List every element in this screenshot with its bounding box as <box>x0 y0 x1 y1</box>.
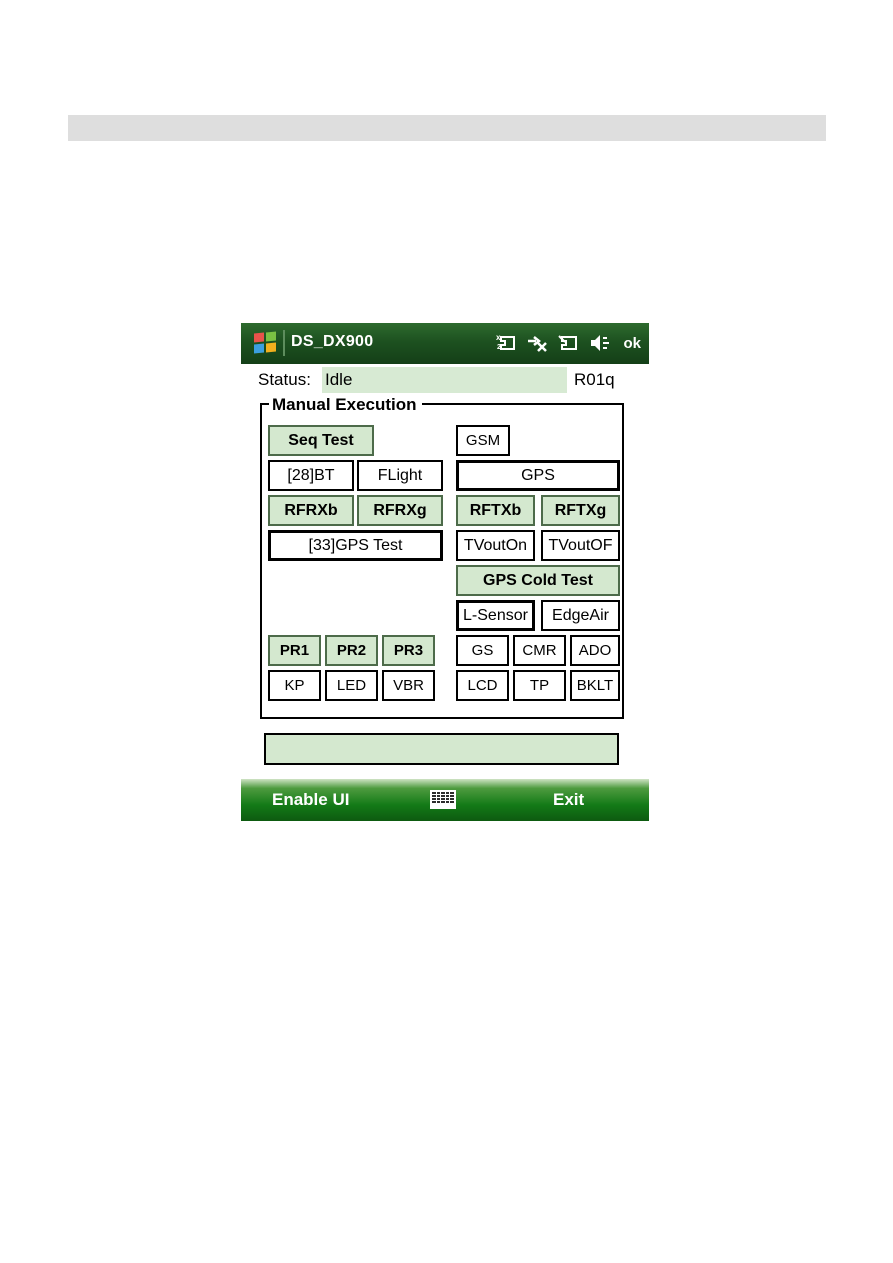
output-text-box[interactable] <box>264 733 619 765</box>
button-led[interactable]: LED <box>325 670 378 701</box>
status-value-field[interactable]: Idle <box>322 367 567 393</box>
document-header-band <box>68 115 826 141</box>
button-rfrxb[interactable]: RFRXb <box>268 495 354 526</box>
button-rfrxg[interactable]: RFRXg <box>357 495 443 526</box>
version-label: R01q <box>574 370 615 389</box>
title-separator <box>283 330 285 356</box>
volume-icon[interactable] <box>588 332 612 354</box>
svg-text:x: x <box>496 333 501 342</box>
button-seq-test[interactable]: Seq Test <box>268 425 374 456</box>
button-rftxb[interactable]: RFTXb <box>456 495 535 526</box>
button-bt[interactable]: [28]BT <box>268 460 354 491</box>
windows-logo-icon <box>253 331 277 354</box>
manual-execution-title: Manual Execution <box>269 395 422 415</box>
ok-button[interactable]: ok <box>621 335 641 352</box>
button-tp[interactable]: TP <box>513 670 566 701</box>
button-tvouton[interactable]: TVoutOn <box>456 530 535 561</box>
button-gps-test[interactable]: [33]GPS Test <box>268 530 443 561</box>
button-gsm[interactable]: GSM <box>456 425 510 456</box>
title-bar: DS_DX900 x 2 ok <box>241 323 649 364</box>
button-bklt[interactable]: BKLT <box>570 670 620 701</box>
button-kp[interactable]: KP <box>268 670 321 701</box>
button-gps-cold-test[interactable]: GPS Cold Test <box>456 565 620 596</box>
connectivity-off-icon[interactable] <box>526 332 548 354</box>
button-vbr[interactable]: VBR <box>382 670 435 701</box>
button-flight[interactable]: FLight <box>357 460 443 491</box>
button-gps[interactable]: GPS <box>456 460 620 491</box>
enable-ui-button[interactable]: Enable UI <box>272 790 349 810</box>
button-cmr[interactable]: CMR <box>513 635 566 666</box>
sync-sleep-icon[interactable]: x 2 <box>495 332 517 354</box>
button-lcd[interactable]: LCD <box>456 670 509 701</box>
title-status-icons: x 2 ok <box>495 329 641 357</box>
button-tvoutof[interactable]: TVoutOF <box>541 530 620 561</box>
button-gs[interactable]: GS <box>456 635 509 666</box>
button-pr3[interactable]: PR3 <box>382 635 435 666</box>
button-edgeair[interactable]: EdgeAir <box>541 600 620 631</box>
status-label: Status: <box>258 370 311 389</box>
status-row: Status: Idle R01q <box>241 364 649 397</box>
device-screen: DS_DX900 x 2 ok Status: Idle R01q Manual… <box>241 323 649 821</box>
button-rftxg[interactable]: RFTXg <box>541 495 620 526</box>
button-pr2[interactable]: PR2 <box>325 635 378 666</box>
sync-icon[interactable] <box>557 332 579 354</box>
button-l-sensor[interactable]: L-Sensor <box>456 600 535 631</box>
exit-button[interactable]: Exit <box>553 790 584 810</box>
app-title: DS_DX900 <box>291 333 374 350</box>
button-ado[interactable]: ADO <box>570 635 620 666</box>
keyboard-icon[interactable] <box>430 790 456 809</box>
command-bar: Enable UI Exit <box>241 779 649 821</box>
svg-text:2: 2 <box>497 344 501 351</box>
button-pr1[interactable]: PR1 <box>268 635 321 666</box>
